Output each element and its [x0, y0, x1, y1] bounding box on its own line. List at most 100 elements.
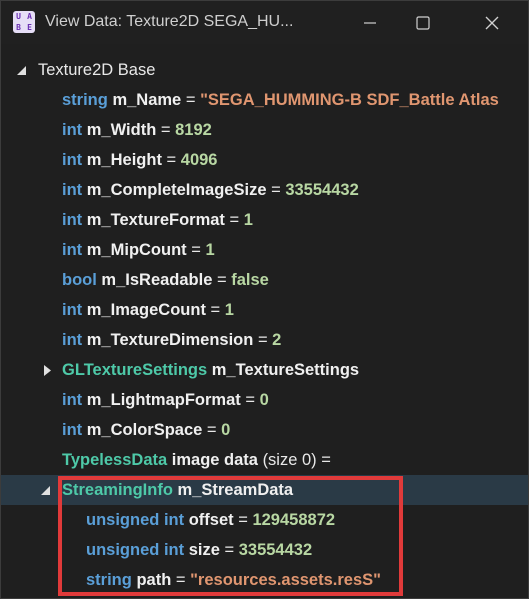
field-name: m_Height: [86, 151, 162, 169]
field-name: path: [136, 571, 172, 589]
field-type: string: [62, 91, 108, 109]
tree-root-row[interactable]: Texture2D Base: [1, 55, 528, 85]
close-button[interactable]: [469, 1, 515, 44]
tree-row-m-texture-format[interactable]: int m_TextureFormat = 1: [1, 205, 528, 235]
field-value: "SEGA_HUMMING-B SDF_Battle Atlas: [200, 91, 499, 109]
tree-row-m-stream-data[interactable]: StreamingInfo m_StreamData: [1, 475, 528, 505]
field-type: string: [86, 571, 132, 589]
field-type: int: [62, 151, 83, 169]
expanded-arrow-icon[interactable]: [15, 55, 27, 85]
tree-root-label: Texture2D Base: [38, 61, 156, 79]
field-value: 4096: [180, 151, 218, 169]
field-equals: =: [217, 271, 227, 289]
field-type: int: [62, 421, 83, 439]
tree-row-m-color-space[interactable]: int m_ColorSpace = 0: [1, 415, 528, 445]
field-value: "resources.assets.resS": [190, 571, 381, 589]
field-name: m_LightmapFormat: [86, 391, 241, 409]
field-value: 33554432: [238, 541, 313, 559]
field-name: image data: [171, 451, 258, 469]
field-name: m_ImageCount: [86, 301, 206, 319]
view-data-window: U A B E View Data: Texture2D SEGA_HU... …: [0, 0, 529, 599]
app-icon-letter: B: [16, 23, 21, 32]
field-name: size: [188, 541, 220, 559]
field-equals: =: [175, 571, 186, 589]
field-type: int: [62, 211, 83, 229]
field-name: m_Width: [86, 121, 157, 139]
tree-row-m-texture-settings[interactable]: GLTextureSettings m_TextureSettings: [1, 355, 528, 385]
field-value: 33554432: [285, 181, 359, 199]
field-name: m_TextureDimension: [86, 331, 254, 349]
field-equals: =: [160, 121, 171, 139]
maximize-icon: [416, 15, 430, 30]
field-type: int: [62, 241, 83, 259]
field-name: offset: [188, 511, 234, 529]
window-title: View Data: Texture2D SEGA_HU...: [45, 13, 294, 30]
field-value: 0: [221, 421, 231, 439]
field-value: 2: [272, 331, 282, 349]
data-tree[interactable]: Texture2D Base string m_Name = "SEGA_HUM…: [1, 54, 528, 598]
field-name: m_ColorSpace: [86, 421, 203, 439]
tree-row-m-height[interactable]: int m_Height = 4096: [1, 145, 528, 175]
collapsed-arrow-icon[interactable]: [41, 355, 53, 385]
minimize-icon: [364, 21, 376, 24]
field-type: int: [163, 541, 185, 559]
field-value: 8192: [175, 121, 212, 139]
field-value: 1: [243, 211, 253, 229]
field-equals: =: [245, 391, 256, 409]
field-name: m_StreamData: [177, 481, 294, 499]
tree-row-m-image-count[interactable]: int m_ImageCount = 1: [1, 295, 528, 325]
minimize-button[interactable]: [347, 1, 393, 44]
field-equals: =: [271, 181, 281, 199]
field-type: int: [62, 121, 83, 139]
field-equals: =: [191, 241, 201, 259]
field-equals: =: [229, 211, 240, 229]
tree-row-m-name[interactable]: string m_Name = "SEGA_HUMMING-B SDF_Batt…: [1, 85, 528, 115]
field-equals: =: [210, 301, 221, 319]
tree-row-m-texture-dimension[interactable]: int m_TextureDimension = 2: [1, 325, 528, 355]
field-equals: =: [257, 331, 268, 349]
field-equals: =: [185, 91, 196, 109]
tree-row-m-mip-count[interactable]: int m_MipCount = 1: [1, 235, 528, 265]
field-type: StreamingInfo: [62, 481, 173, 499]
tree-row-m-width[interactable]: int m_Width = 8192: [1, 115, 528, 145]
field-value: 0: [259, 391, 269, 409]
tree-row-m-complete-image-size[interactable]: int m_CompleteImageSize = 33554432: [1, 175, 528, 205]
field-value: false: [231, 271, 269, 289]
title-bar[interactable]: U A B E View Data: Texture2D SEGA_HU...: [1, 1, 528, 44]
field-type-modifier: unsigned: [86, 511, 160, 529]
tree-row-stream-size[interactable]: unsigned int size = 33554432: [1, 535, 528, 565]
field-name: m_MipCount: [86, 241, 187, 259]
app-icon-letter: A: [27, 12, 32, 21]
field-equals: =: [321, 451, 331, 469]
field-name: m_TextureFormat: [86, 211, 225, 229]
field-type: int: [62, 331, 83, 349]
app-icon-letter: U: [16, 12, 21, 21]
field-type: GLTextureSettings: [62, 361, 208, 379]
tree-row-m-is-readable[interactable]: bool m_IsReadable = false: [1, 265, 528, 295]
field-type: int: [62, 391, 83, 409]
field-type-modifier: unsigned: [86, 541, 160, 559]
app-icon-letter: E: [27, 23, 32, 32]
field-type: bool: [62, 271, 97, 289]
field-type: int: [62, 181, 83, 199]
tree-row-stream-offset[interactable]: unsigned int offset = 129458872: [1, 505, 528, 535]
tree-row-image-data[interactable]: TypelessData image data (size 0) =: [1, 445, 528, 475]
field-equals: =: [166, 151, 177, 169]
field-type: TypelessData: [62, 451, 168, 469]
uabe-app-icon: U A B E: [13, 11, 35, 33]
field-equals: =: [224, 541, 235, 559]
field-size-note: (size 0): [262, 451, 317, 469]
expanded-arrow-icon[interactable]: [39, 475, 51, 505]
field-type: int: [62, 301, 83, 319]
field-name: m_TextureSettings: [211, 361, 360, 379]
close-icon: [485, 16, 499, 29]
field-name: m_IsReadable: [101, 271, 213, 289]
field-name: m_CompleteImageSize: [86, 181, 267, 199]
tree-row-stream-path[interactable]: string path = "resources.assets.resS": [1, 565, 528, 595]
maximize-button[interactable]: [400, 1, 446, 44]
field-value: 129458872: [252, 511, 336, 529]
tree-row-m-lightmap-format[interactable]: int m_LightmapFormat = 0: [1, 385, 528, 415]
field-equals: =: [206, 421, 217, 439]
field-name: m_Name: [112, 91, 182, 109]
field-value: 1: [224, 301, 234, 319]
